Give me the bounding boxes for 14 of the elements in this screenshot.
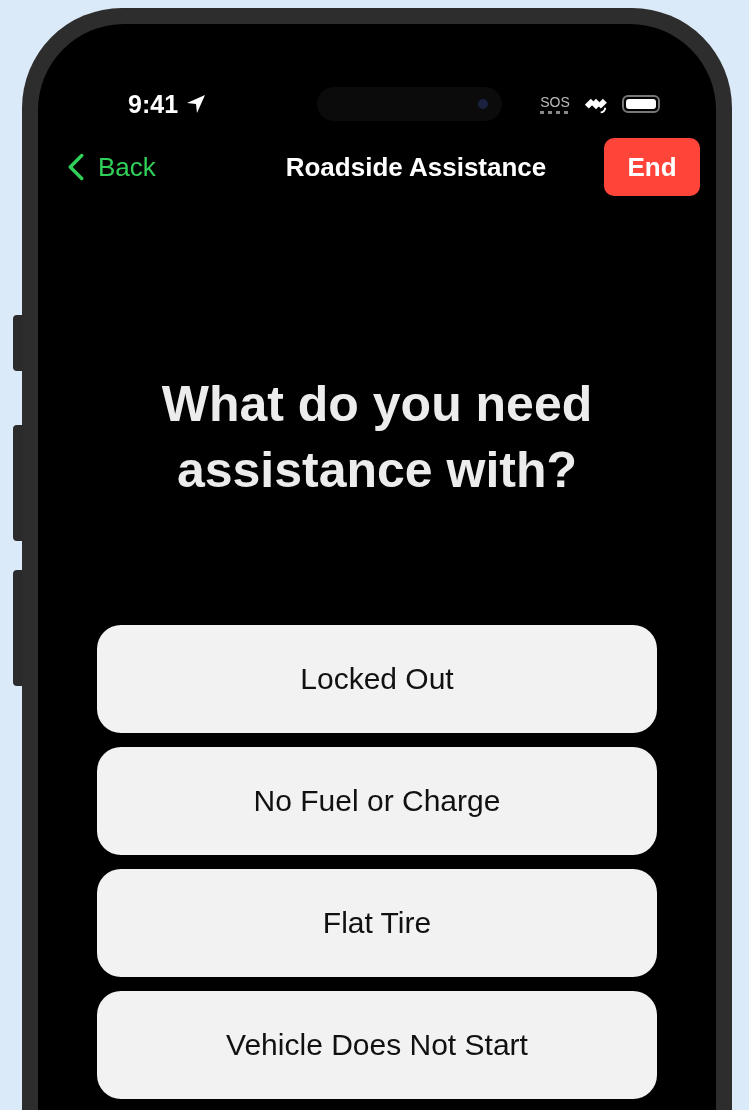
back-button[interactable]: Back: [68, 151, 228, 183]
signal-dots-icon: [540, 110, 570, 114]
option-button[interactable]: Locked Out: [97, 625, 657, 733]
battery-icon: [622, 95, 660, 113]
status-time: 9:41: [128, 89, 179, 119]
option-button[interactable]: Vehicle Does Not Start: [97, 991, 657, 1099]
nav-title: Roadside Assistance: [285, 151, 547, 183]
sos-label: SOS: [540, 94, 570, 109]
question-heading: What do you need assistance with?: [160, 375, 594, 500]
chevron-left-icon: [68, 153, 84, 181]
option-button[interactable]: Flat Tire: [97, 869, 657, 977]
camera-icon: [477, 99, 488, 109]
location-arrow-icon: [186, 94, 207, 114]
option-button[interactable]: No Fuel or Charge: [97, 747, 657, 855]
